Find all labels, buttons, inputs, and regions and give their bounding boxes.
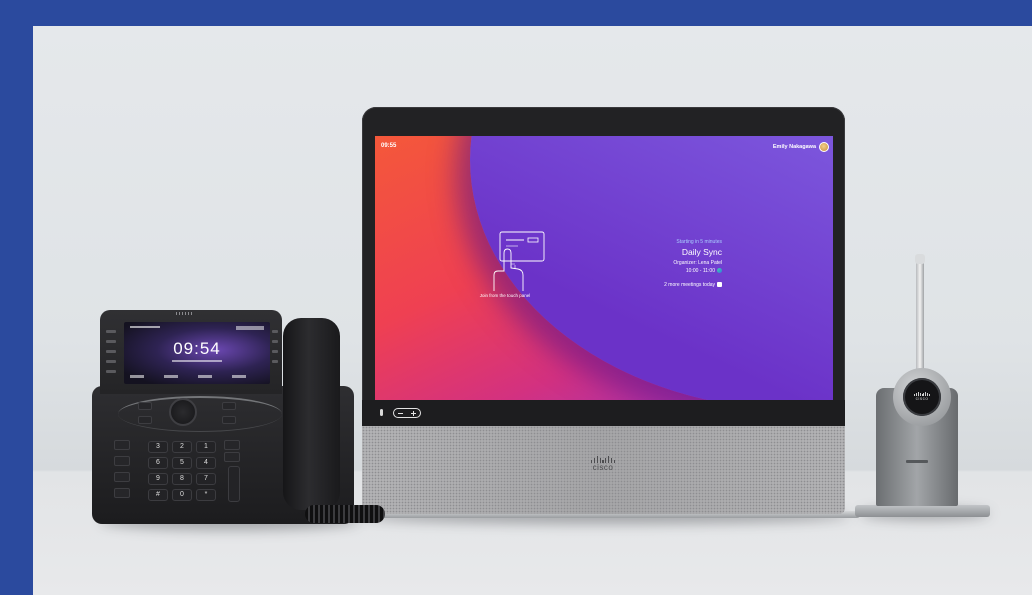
function-key: [114, 488, 130, 498]
avatar: [819, 142, 829, 152]
line-key: [272, 330, 278, 333]
headset-stand-base: [855, 505, 990, 517]
keypad-key: 7: [196, 473, 216, 485]
speaker-logo: cisco: [583, 456, 623, 472]
function-key: [224, 440, 240, 450]
frame-left-band: [0, 0, 33, 595]
logo-bars: [583, 456, 623, 463]
function-key: [114, 440, 130, 450]
line-key: [106, 370, 116, 373]
handset-cord: [305, 505, 385, 523]
meeting-organizer: Organizer: Lena Patel: [673, 260, 722, 266]
volume-control: [393, 408, 421, 418]
phone-date-line: [172, 360, 222, 362]
keypad-key: 9: [148, 473, 168, 485]
keypad-key: 0: [172, 489, 192, 501]
calendar-icon: [717, 282, 722, 288]
headset-boom-cap: [915, 254, 925, 264]
headset-boom: [916, 256, 924, 374]
function-key: [114, 472, 130, 482]
nav-select-button: [169, 398, 197, 426]
meeting-time: 10:00 - 11:00: [685, 268, 715, 274]
keypad-key: 1: [196, 441, 216, 453]
phone-logo: [176, 312, 192, 315]
more-meetings-row: 2 more meetings today: [602, 282, 722, 288]
keypad-key: #: [148, 489, 168, 501]
phone-softkeys: [130, 375, 264, 378]
function-key: [138, 402, 152, 410]
meeting-status: Starting in 5 minutes: [676, 239, 722, 245]
meeting-time-row: 10:00 - 11:00: [602, 268, 722, 274]
frame-top-band: [0, 0, 1032, 26]
keypad-key: 8: [172, 473, 192, 485]
line-key: [106, 340, 116, 343]
phone-handset: [283, 318, 340, 510]
keypad-key: *: [196, 489, 216, 501]
line-key: [106, 360, 116, 363]
more-meetings: 2 more meetings today: [664, 282, 715, 288]
screen-clock: 09:55: [381, 143, 397, 149]
function-key: [222, 416, 236, 424]
line-key: [106, 350, 116, 353]
touch-panel-hint: Join from the touch panel: [479, 293, 531, 298]
webex-icon: [717, 268, 722, 274]
keypad-key: 5: [172, 457, 192, 469]
meeting-card: Starting in 5 minutes Daily Sync Organiz…: [602, 239, 722, 288]
plus-icon-stem: [413, 410, 414, 416]
line-key: [272, 360, 278, 363]
line-key: [272, 340, 278, 343]
minus-icon: [398, 412, 403, 414]
mic-icon: [380, 409, 383, 416]
keypad-key: 6: [148, 457, 168, 469]
desk-device-chin: [362, 400, 845, 426]
speaker-logo-text: cisco: [592, 463, 614, 472]
desk-device-screen: 09:55 Emily Nakagawa Join from the touch…: [375, 136, 833, 400]
keypad-key: 2: [172, 441, 192, 453]
stand-indicator: [906, 460, 928, 463]
line-key: [272, 350, 278, 353]
headset-logo: cisco: [907, 392, 937, 402]
phone-status-label: [236, 326, 264, 330]
function-key: [138, 416, 152, 424]
function-key: [222, 402, 236, 410]
line-key: [106, 330, 116, 333]
volume-rocker: [228, 466, 240, 502]
keypad-key: 4: [196, 457, 216, 469]
keypad-key: 3: [148, 441, 168, 453]
phone-display: 09:54: [124, 322, 270, 384]
function-key: [224, 452, 240, 462]
user-name: Emily Nakagawa: [772, 144, 816, 150]
phone-clock: 09:54: [173, 339, 221, 358]
phone-status-bar: [130, 326, 160, 328]
headset-logo-text: cisco: [915, 396, 929, 401]
function-key: [114, 456, 130, 466]
touch-panel-icon: [493, 231, 545, 291]
meeting-title: Daily Sync: [681, 247, 722, 257]
